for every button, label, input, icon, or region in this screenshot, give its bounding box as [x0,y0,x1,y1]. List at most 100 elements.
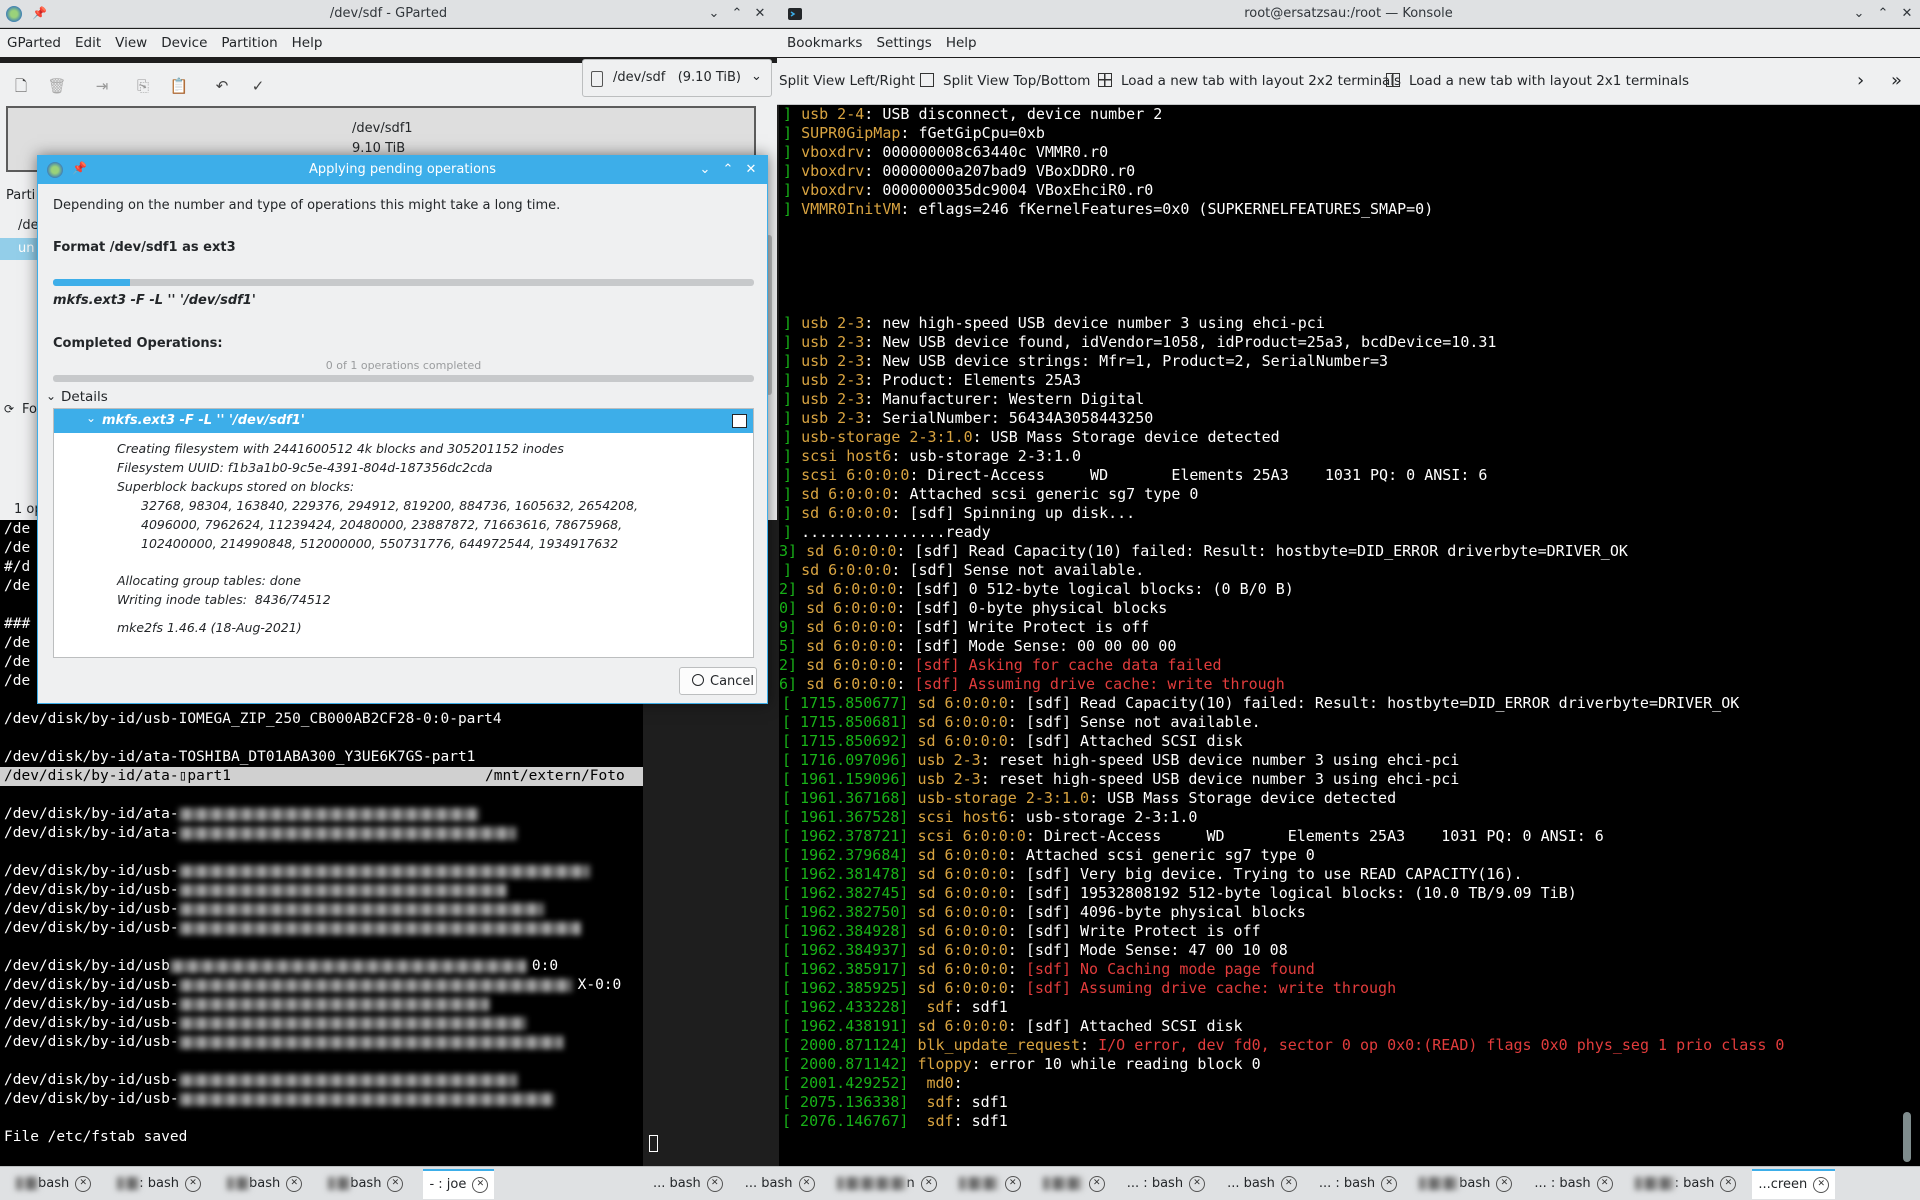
log-timestamp: ] [783,466,802,484]
log-line: ] usb 2-3: SerialNumber: 56434A305844325… [779,409,1920,428]
joe-tab[interactable]: bash ✕ [10,1171,97,1197]
menu-view[interactable]: View [108,35,154,51]
close-tab-icon[interactable]: ✕ [920,1175,937,1192]
chevron-down-icon[interactable]: ⌄ [46,389,56,403]
maximize-icon[interactable]: ⌃ [1875,6,1891,22]
maximize-icon[interactable]: ⌃ [729,6,745,22]
menu-device[interactable]: Device [154,35,214,51]
konsole-tab[interactable]: : bash ✕ [1629,1171,1743,1197]
log-line: ] usb 2-3: New USB device strings: Mfr=1… [779,352,1920,371]
log-separator: : [1007,694,1026,712]
cancel-button[interactable]: Cancel [679,667,757,695]
resize-move-icon[interactable]: ⇥ [92,76,112,96]
log-source: blk_update_request [917,1036,1081,1054]
menu-partition[interactable]: Partition [214,35,284,51]
split-left-right-button[interactable]: Split View Left/Right [779,73,915,89]
dialog-titlebar[interactable]: 📌 Applying pending operations ⌄ ⌃ ✕ [38,156,767,184]
details-line: Allocating group tables: done [117,573,301,588]
konsole-tab[interactable]: ... bash ✕ [739,1171,821,1197]
gparted-titlebar[interactable]: 📌 /dev/sdf - GParted ⌄ ⌃ ✕ [0,0,777,28]
close-tab-icon[interactable]: ✕ [75,1175,92,1192]
menu-settings[interactable]: Settings [869,35,938,51]
maximize-icon[interactable]: ⌃ [720,162,736,178]
log-separator: : [891,447,910,465]
close-tab-icon[interactable]: ✕ [1189,1175,1206,1192]
menu-gparted[interactable]: GParted [0,35,68,51]
apply-icon[interactable]: ✓ [248,76,268,96]
close-tab-icon[interactable]: ✕ [387,1175,404,1192]
close-tab-icon[interactable]: ✕ [1004,1175,1021,1192]
close-tab-icon[interactable]: ✕ [1813,1176,1830,1193]
konsole-tab[interactable]: ... : bash ✕ [1121,1171,1211,1197]
close-tab-icon[interactable]: ✕ [1280,1175,1297,1192]
log-line: [ 1962.381478] sd 6:0:0:0: [sdf] Very bi… [779,865,1920,884]
details-header-row[interactable]: ⌄ mkfs.ext3 -F -L '' '/dev/sdf1' [54,409,753,433]
terminal-icon[interactable] [732,414,747,428]
double-chevron-right-icon[interactable]: » [1891,70,1902,91]
log-message: error 10 while reading block 0 [989,1055,1261,1073]
joe-tab[interactable]: : bash ✕ [111,1171,207,1197]
layout-2x2-button[interactable]: Load a new tab with layout 2x2 terminals [1121,73,1401,89]
konsole-tab[interactable]: ...creen ✕ [1752,1168,1836,1199]
split-top-bottom-button[interactable]: Split View Top/Bottom [943,73,1090,89]
konsole-tab[interactable]: bash ✕ [1413,1171,1518,1197]
konsole-tab[interactable]: ... bash ✕ [1221,1171,1303,1197]
konsole-terminal-output[interactable]: ] usb 2-4: USB disconnect, device number… [779,105,1920,1166]
details-tree[interactable]: ⌄ mkfs.ext3 -F -L '' '/dev/sdf1' Creatin… [53,408,754,658]
log-source: sd 6:0:0:0 [917,732,1008,750]
joe-tab[interactable]: bash ✕ [221,1171,308,1197]
copy-icon[interactable]: ⎘ [133,76,153,96]
konsole-titlebar[interactable]: root@ersatzsau:/root — Konsole ⌄ ⌃ ✕ [777,0,1920,28]
layout-2x1-button[interactable]: Load a new tab with layout 2x1 terminals [1409,73,1689,89]
close-tab-icon[interactable]: ✕ [472,1176,489,1193]
log-timestamp: [ 1962.385925] [782,979,918,997]
konsole-tab[interactable]: ... : bash ✕ [1313,1171,1403,1197]
log-timestamp: ] [783,523,802,541]
new-partition-icon[interactable]: 🗋 [11,76,31,96]
delete-icon[interactable]: 🗑 [47,76,67,96]
konsole-tab[interactable]: ✕ [953,1171,1027,1197]
pin-icon[interactable]: 📌 [32,6,47,20]
menu-help[interactable]: Help [939,35,984,51]
details-expander[interactable]: Details [61,389,108,405]
konsole-tab[interactable]: ✕ [1037,1171,1111,1197]
line-fragment: 0:0 [531,958,559,974]
close-tab-icon[interactable]: ✕ [1596,1175,1613,1192]
close-tab-icon[interactable]: ✕ [184,1175,201,1192]
konsole-tab[interactable]: n ✕ [831,1171,943,1197]
minimize-icon[interactable]: ⌄ [706,6,722,22]
minimize-icon[interactable]: ⌄ [1851,6,1867,22]
menu-help[interactable]: Help [285,35,330,51]
log-timestamp: [ 1962.382750] [782,903,918,921]
menu-bookmarks[interactable]: Bookmarks [780,35,869,51]
undo-icon[interactable]: ↶ [212,76,232,96]
joe-tab[interactable]: bash ✕ [322,1171,409,1197]
joe-tab[interactable]: - : joe ✕ [423,1168,495,1199]
close-tab-icon[interactable]: ✕ [706,1175,723,1192]
chevron-right-icon[interactable]: › [1857,70,1864,91]
close-tab-icon[interactable]: ✕ [286,1175,303,1192]
close-icon[interactable]: ✕ [1899,6,1915,22]
paste-icon[interactable]: 📋 [169,76,189,96]
menu-edit[interactable]: Edit [68,35,108,51]
device-selector[interactable]: /dev/sdf (9.10 TiB) ⌄ [582,59,772,97]
close-icon[interactable]: ✕ [743,162,759,178]
close-tab-icon[interactable]: ✕ [1720,1175,1737,1192]
redacted-text [958,1177,999,1190]
chevron-down-icon[interactable]: ⌄ [86,411,96,425]
log-timestamp: [ 1962.381478] [782,865,918,883]
log-line: ] usb 2-4: USB disconnect, device number… [779,105,1920,124]
device-path-prefix: /dev/disk/by-id/usb- [4,863,179,879]
log-line: [ 1962.385925] sd 6:0:0:0: [sdf] Assumin… [779,979,1920,998]
close-tab-icon[interactable]: ✕ [1088,1175,1105,1192]
close-tab-icon[interactable]: ✕ [1496,1175,1513,1192]
minimize-icon[interactable]: ⌄ [697,162,713,178]
close-icon[interactable]: ✕ [752,6,768,22]
konsole-scrollbar-thumb[interactable] [1903,1112,1911,1162]
close-tab-icon[interactable]: ✕ [1381,1175,1398,1192]
close-tab-icon[interactable]: ✕ [798,1175,815,1192]
joe-tab-label: : bash [139,1176,179,1191]
konsole-tab[interactable]: ... : bash ✕ [1528,1171,1618,1197]
konsole-tab[interactable]: ... bash ✕ [647,1171,729,1197]
